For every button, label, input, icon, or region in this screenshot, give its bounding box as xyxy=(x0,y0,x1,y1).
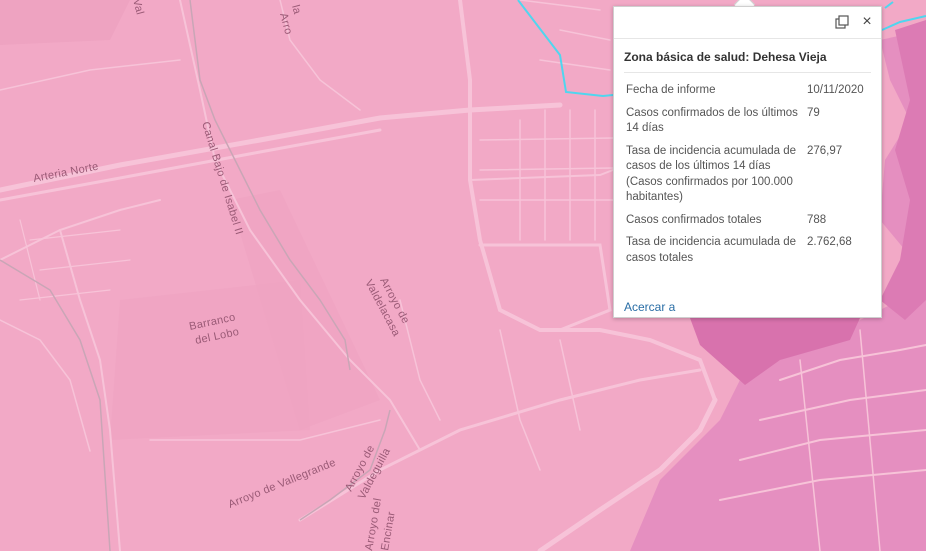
attribute-value: 79 xyxy=(807,106,820,119)
dock-icon[interactable] xyxy=(833,13,851,31)
attribute-value: 10/11/2020 xyxy=(807,84,864,96)
attribute-row: Tasa de incidencia acumulada de casos to… xyxy=(624,231,874,269)
attribute-row: Casos confirmados totales 788 xyxy=(624,209,874,232)
attribute-value: 788 xyxy=(807,213,827,226)
attribute-value: 276,97 xyxy=(807,144,843,157)
terrain-patch xyxy=(0,0,130,45)
attribute-label: Tasa de incidencia acumulada de casos de… xyxy=(626,144,797,204)
attribute-row: Fecha de informe 10/11/2020 xyxy=(624,79,874,102)
popup-header: × xyxy=(614,7,881,39)
attribute-value: 2.762,68 xyxy=(807,236,852,248)
attribute-row: Tasa de incidencia acumulada de casos de… xyxy=(624,140,874,209)
popup-title: Zona básica de salud: Dehesa Vieja xyxy=(624,50,871,73)
close-icon[interactable]: × xyxy=(858,13,876,31)
feature-popup: × Zona básica de salud: Dehesa Vieja Fec… xyxy=(613,6,882,318)
attribute-label: Tasa de incidencia acumulada de casos to… xyxy=(626,236,797,264)
attribute-row: Casos confirmados de los últimos 14 días… xyxy=(624,102,874,140)
zoom-to-link[interactable]: Acercar a xyxy=(624,300,675,314)
attribute-table: Fecha de informe 10/11/2020 Casos confirma… xyxy=(624,79,874,269)
attribute-label: Casos confirmados totales xyxy=(626,213,762,226)
attribute-label: Fecha de informe xyxy=(626,84,716,96)
attribute-label: Casos confirmados de los últimos 14 días xyxy=(626,106,798,135)
